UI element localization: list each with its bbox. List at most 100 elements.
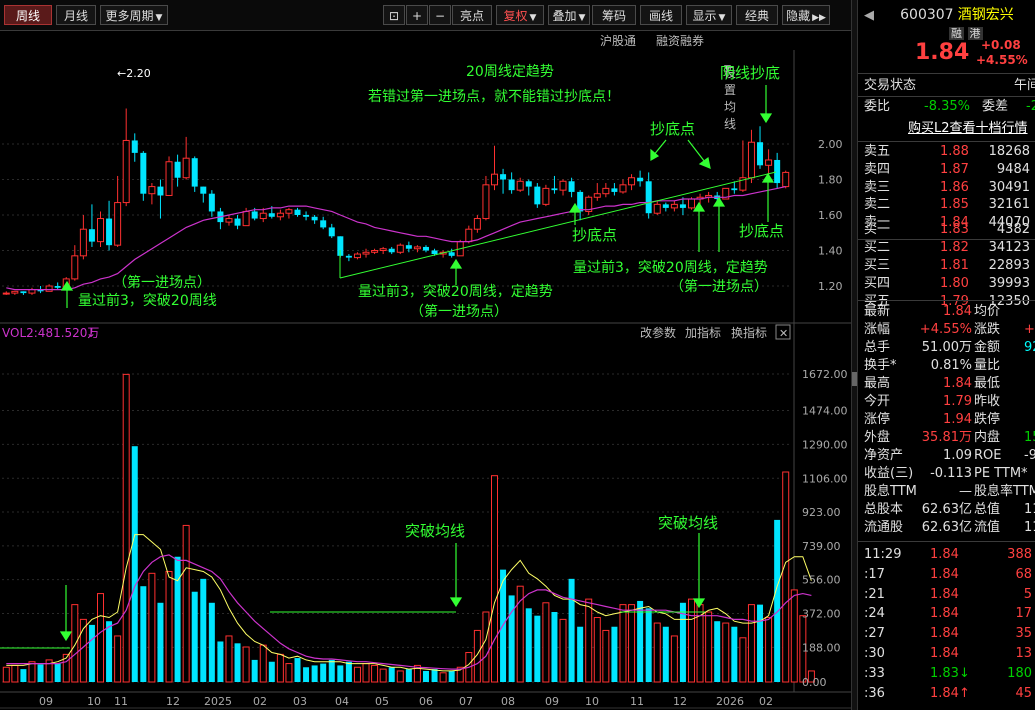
switch-indicator-button[interactable]: 换指标 bbox=[731, 325, 767, 340]
candle-body bbox=[71, 255, 79, 280]
volume-bar bbox=[122, 373, 130, 683]
candle-body bbox=[568, 181, 575, 192]
chips-button[interactable]: 筹码 bbox=[592, 5, 636, 25]
overlay-label: 叠加 bbox=[552, 9, 577, 23]
date-tick-label: 10 bbox=[87, 695, 101, 708]
annotation-title1: 20周线定趋势 bbox=[466, 64, 554, 80]
tab-week[interactable]: 周线 bbox=[4, 5, 52, 25]
stat-label: 涨跌 bbox=[974, 322, 1001, 337]
volume-bar bbox=[285, 663, 293, 683]
volume-bar bbox=[268, 661, 275, 682]
candle-body bbox=[88, 229, 95, 242]
date-tick-label: 12 bbox=[673, 695, 687, 708]
display-button[interactable]: 显示 ▼ bbox=[686, 5, 732, 25]
stat-label: 股息率TTM bbox=[974, 484, 1035, 499]
tick-price: 1.84↑ bbox=[930, 685, 970, 701]
volume-bar bbox=[106, 621, 113, 682]
stat-label: 涨停 bbox=[864, 412, 891, 427]
edit-params-button[interactable]: 改参数 bbox=[640, 325, 676, 340]
stat-row: 流通股 62.63亿流值 11 bbox=[864, 519, 1035, 537]
volume-tick-label: 1106.00 bbox=[802, 472, 848, 485]
candle-body bbox=[542, 187, 550, 205]
bid-label: 买四 bbox=[864, 276, 891, 291]
hide-button[interactable]: 隐藏 ▶▶ bbox=[782, 5, 830, 25]
volume-bar bbox=[97, 593, 104, 683]
weibi-label: 委比 bbox=[864, 99, 891, 114]
stat-label: 跌停 bbox=[974, 412, 1001, 427]
candle-body bbox=[765, 159, 773, 166]
tick-price: 1.84 bbox=[930, 547, 959, 562]
weibi-row: 委比 -8.35% 委差 -2 bbox=[864, 98, 1035, 116]
stat-value: 1.94 bbox=[943, 412, 972, 427]
candle-body bbox=[54, 286, 61, 288]
volume-bar bbox=[593, 617, 601, 683]
overlay-button[interactable]: 叠加 ▼ bbox=[548, 5, 590, 25]
ask-price: 1.87 bbox=[940, 161, 969, 177]
fuquan-button[interactable]: 复权 ▼ bbox=[496, 5, 544, 25]
stat-row: 净资产 1.09 ROE -9 bbox=[864, 447, 1035, 465]
volume-bar bbox=[637, 600, 644, 682]
candle-body bbox=[320, 220, 327, 228]
weibi-value: -8.35% bbox=[924, 99, 970, 114]
annotation-entry2-b: （第一进场点） bbox=[410, 303, 508, 320]
close-icon[interactable]: ✕ bbox=[779, 327, 788, 340]
candle-body bbox=[311, 216, 318, 221]
tick-volume: 35 bbox=[1015, 626, 1032, 642]
candle-body bbox=[303, 215, 310, 217]
arrow-down-icon: ↓ bbox=[86, 326, 96, 340]
tab-month[interactable]: 月线 bbox=[56, 5, 96, 25]
volume-bar bbox=[628, 604, 636, 683]
annotation-chaodi-b: 抄底点 bbox=[572, 226, 617, 244]
annotation-entry3-b: （第一进场点） bbox=[670, 278, 768, 295]
stat-value: + bbox=[1024, 322, 1035, 337]
classic-button[interactable]: 经典 bbox=[736, 5, 778, 25]
tab-more-periods[interactable]: 更多周期 ▼ bbox=[100, 5, 168, 25]
candle-body bbox=[422, 246, 429, 251]
add-indicator-button[interactable]: 加指标 bbox=[685, 325, 721, 340]
volume-bar bbox=[653, 622, 661, 683]
chevron-down-icon: ▼ bbox=[529, 13, 537, 23]
l2-upsell-link[interactable]: 购买L2查看十档行情 bbox=[908, 120, 1035, 138]
trade-status-row: 交易状态 午间 bbox=[864, 77, 1035, 95]
stat-value: 1.84 bbox=[943, 376, 972, 391]
candle-body bbox=[148, 186, 156, 195]
back-arrow-icon[interactable]: ◀ bbox=[864, 8, 874, 23]
draw-button[interactable]: 画线 bbox=[640, 5, 682, 25]
date-tick-label: 2025 bbox=[204, 695, 232, 708]
candle-body bbox=[106, 218, 113, 246]
bid-label: 买一 bbox=[864, 222, 891, 237]
stat-label: 总手 bbox=[864, 340, 891, 355]
zoom-out-icon[interactable]: − bbox=[429, 5, 451, 25]
price-tick-label: 1.20 bbox=[818, 280, 843, 293]
candle-body bbox=[157, 186, 164, 196]
volume-bar bbox=[303, 667, 310, 682]
chevron-down-icon: ▼ bbox=[578, 13, 586, 23]
candle-body bbox=[653, 203, 661, 214]
bid-label: 买二 bbox=[864, 240, 891, 255]
candle-body bbox=[182, 157, 190, 179]
bid-price: 1.83 bbox=[940, 222, 969, 237]
price-tick-label: 2.00 bbox=[818, 138, 843, 151]
ask-price: 1.88 bbox=[940, 144, 969, 159]
volume-bar bbox=[611, 626, 618, 682]
volume-bar bbox=[731, 626, 738, 682]
stat-value: -0.113 bbox=[930, 466, 972, 481]
ask-row: 卖二 1.85 32161 bbox=[864, 196, 1035, 214]
zoom-in-icon[interactable]: + bbox=[406, 5, 428, 25]
candle-body bbox=[200, 186, 207, 194]
candle-body bbox=[774, 159, 781, 184]
tick-time: :36 bbox=[864, 685, 885, 701]
annotation-entry1-b: 量过前3，突破20周线 bbox=[78, 292, 217, 309]
volume-bar bbox=[191, 591, 198, 682]
stock-code: 600307 bbox=[900, 7, 954, 23]
volume-tick-label: 923.00 bbox=[802, 506, 841, 519]
kline-chart[interactable]: 2.00 1.80 1.60 1.40 1.20 1672.00 1474.00 1290.… bbox=[0, 30, 851, 710]
candle-body bbox=[276, 212, 284, 218]
price-tick-label: 1.80 bbox=[818, 174, 843, 187]
volume-bar bbox=[491, 475, 498, 683]
volume-bar bbox=[131, 446, 138, 682]
candle-body bbox=[114, 202, 122, 246]
highlight-button[interactable]: 亮点 bbox=[452, 5, 492, 25]
bid-row: 买二 1.82 34123 bbox=[864, 239, 1035, 257]
lock-icon[interactable]: ⊡ bbox=[383, 5, 405, 25]
